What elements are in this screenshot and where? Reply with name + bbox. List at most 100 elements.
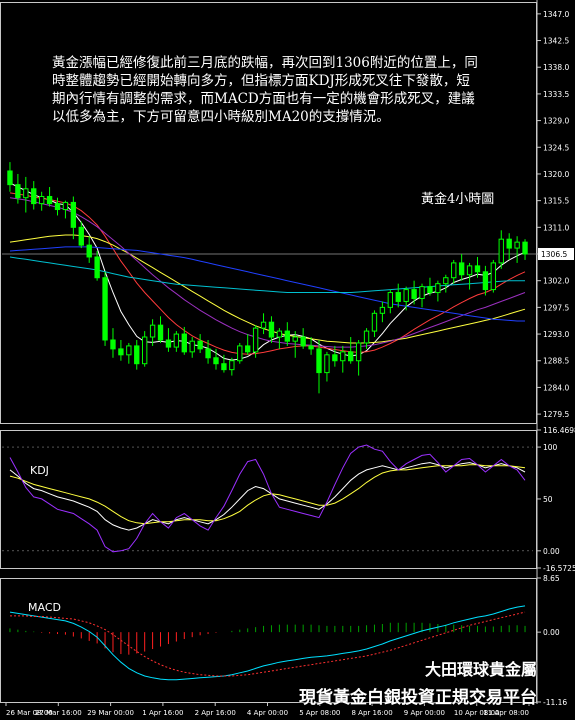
price-tick-label: 1297.5	[543, 303, 569, 312]
candle-body	[348, 351, 354, 362]
candle	[31, 181, 37, 210]
candle	[94, 251, 100, 281]
candle	[348, 337, 354, 364]
candle	[419, 283, 425, 308]
candle-body	[324, 354, 330, 374]
candle-body	[332, 354, 338, 362]
price-tick-label: 1320.0	[543, 170, 569, 179]
candle-body	[197, 340, 203, 350]
candle	[7, 162, 13, 192]
candle-body	[458, 262, 465, 276]
price-tick-label: 1311.0	[543, 223, 569, 232]
candle-body	[141, 336, 148, 365]
candle-body	[490, 262, 497, 291]
macd-tick-label: -11.16	[543, 698, 567, 707]
kdj-title: KDJ	[30, 464, 49, 477]
candle-body	[292, 336, 298, 342]
candle	[23, 176, 29, 213]
candle	[173, 331, 180, 352]
candle-body	[355, 342, 362, 362]
candle-body	[78, 226, 84, 246]
series-line-ma-fast	[9, 182, 526, 361]
candle-body	[86, 244, 92, 258]
candle	[110, 328, 116, 358]
kdj-panel-frame	[0, 430, 537, 569]
candle	[237, 342, 243, 364]
candle-body	[165, 339, 172, 348]
x-tick-label: 4 Apr 00:00	[247, 709, 288, 717]
candle-body	[15, 184, 21, 199]
candle	[118, 339, 124, 361]
candle-body	[316, 348, 322, 374]
candle	[379, 301, 386, 323]
candle-body	[102, 277, 108, 341]
candle-body	[276, 330, 283, 338]
macd-tick-label: 8.65	[543, 574, 560, 583]
series-line-kdj-d	[9, 464, 526, 525]
candle-body	[46, 195, 53, 205]
price-tick-label: 1333.5	[543, 90, 569, 99]
chart-title: 黃金4小時圖	[421, 192, 495, 207]
candle	[316, 339, 322, 394]
kdj-tick-label: 116.4698	[543, 426, 575, 435]
kdj-tick-label: 50	[543, 495, 553, 504]
candle-body	[54, 203, 61, 211]
candle	[498, 230, 504, 269]
candle-body	[284, 330, 290, 342]
candle-body	[514, 241, 520, 249]
candle	[70, 196, 77, 240]
candle	[38, 191, 45, 211]
kdj-tick-label: 0.00	[543, 547, 560, 556]
candle-body	[38, 195, 45, 205]
candle	[141, 331, 148, 367]
candle-body	[300, 336, 306, 347]
candle-body	[435, 283, 441, 294]
price-tick-label: 1288.5	[543, 357, 569, 366]
candle-body	[149, 324, 156, 338]
candle-body	[252, 327, 259, 353]
candle-body	[482, 271, 489, 291]
candle-body	[411, 289, 417, 299]
candle	[102, 271, 108, 346]
price-tick-label: 1279.5	[543, 410, 569, 419]
price-tick-label: 1315.5	[543, 197, 569, 206]
price-tick-label: 1347.0	[543, 10, 569, 19]
price-tick-label: 1293.0	[543, 330, 569, 339]
candle	[490, 259, 497, 293]
candle-body	[522, 241, 528, 255]
candle-body	[213, 357, 219, 365]
candle-body	[371, 312, 378, 332]
candle-body	[443, 277, 449, 285]
candle-body	[237, 345, 243, 362]
macd-tick-label: 0.00	[543, 628, 560, 637]
candle	[189, 337, 195, 358]
candle	[411, 280, 417, 305]
candle-body	[62, 201, 69, 211]
x-tick-label: 27 Mar 16:00	[35, 709, 82, 717]
x-tick-label: 9 Apr 00:00	[404, 709, 445, 717]
candle	[229, 357, 235, 376]
candle-body	[308, 345, 314, 350]
x-tick-label: 11 Apr 08:00	[483, 709, 529, 717]
candle-body	[221, 363, 227, 371]
candle-body	[379, 306, 386, 314]
candle	[482, 265, 489, 296]
candle-body	[340, 351, 346, 362]
candle	[506, 233, 512, 260]
current-price-label: 1306.5	[541, 250, 567, 259]
price-tick-label: 1324.5	[543, 143, 569, 152]
candle	[245, 334, 251, 355]
candle	[435, 280, 441, 302]
candle-body	[23, 188, 29, 199]
candle-body	[94, 256, 100, 279]
candle	[300, 328, 306, 349]
candle-body	[205, 348, 211, 359]
candle	[427, 277, 433, 296]
candle	[46, 187, 53, 207]
candle-body	[70, 201, 77, 228]
x-tick-label: 5 Apr 08:00	[299, 709, 340, 717]
candle	[451, 259, 457, 284]
candle	[126, 342, 132, 364]
candle-body	[189, 340, 195, 353]
candle-body	[387, 292, 394, 308]
